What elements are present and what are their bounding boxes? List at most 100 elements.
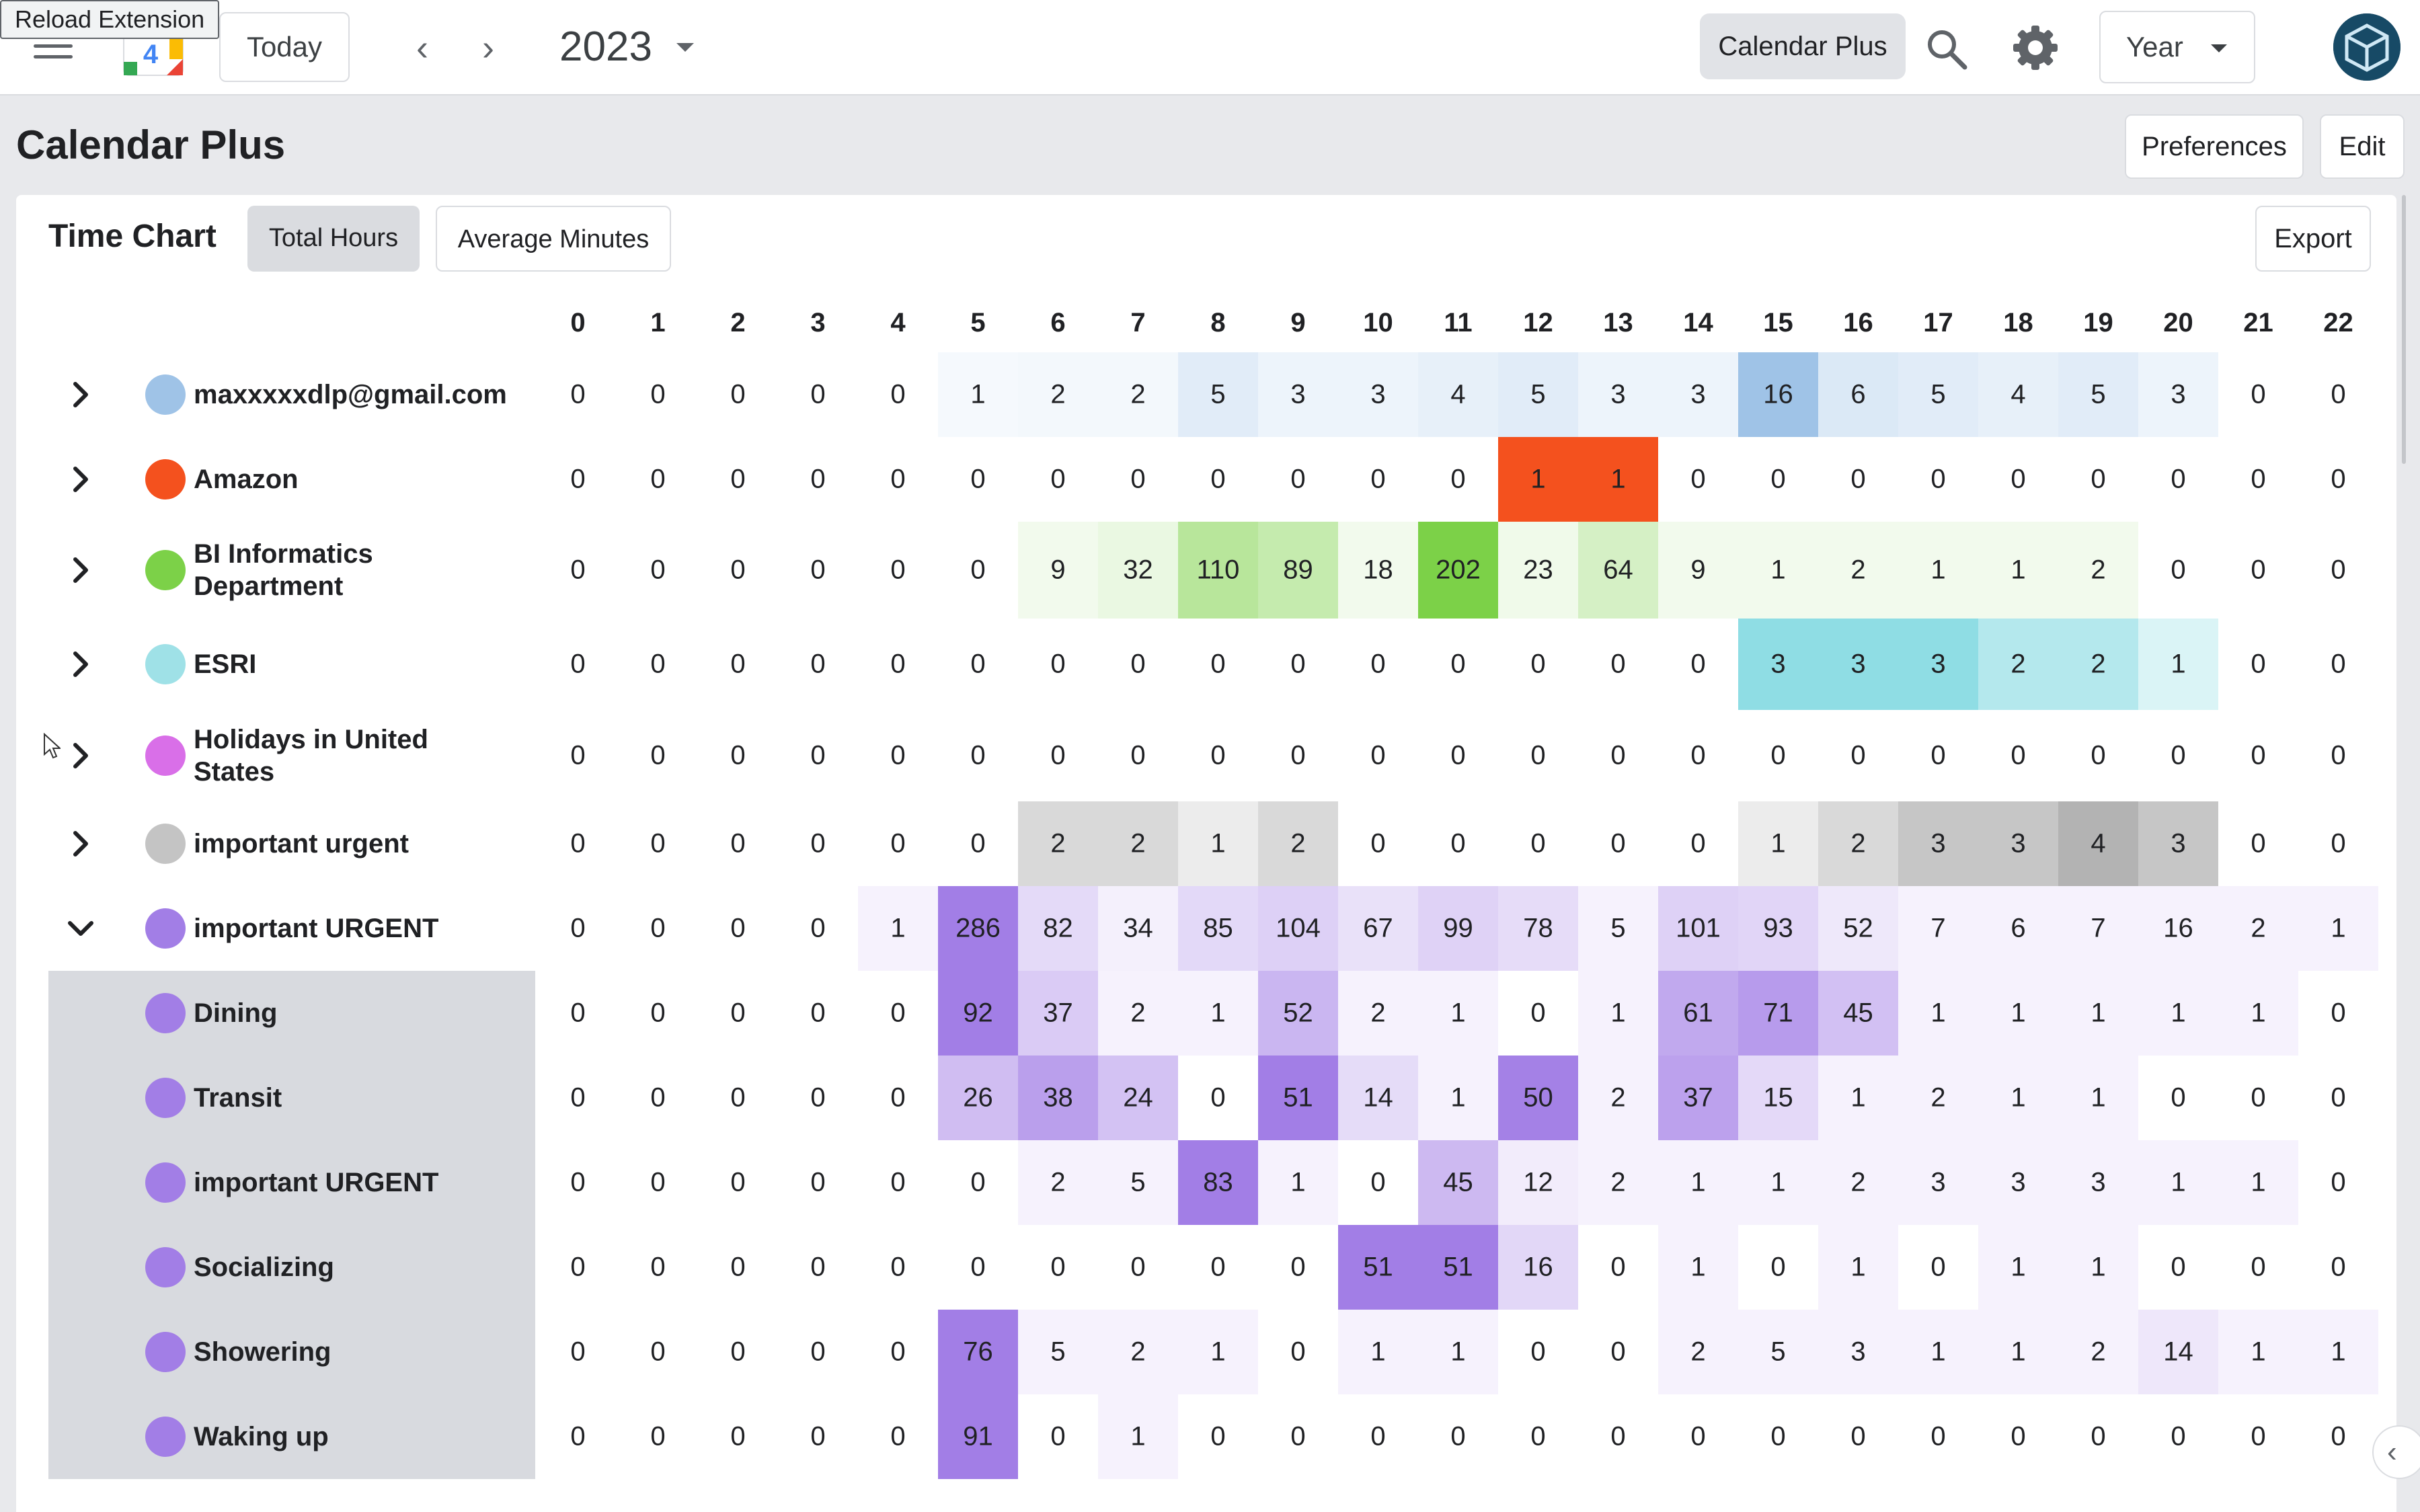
row-label[interactable]: Transit: [194, 1082, 530, 1114]
hour-cell-value: 0: [810, 998, 826, 1028]
hour-cell-value: 0: [1290, 1337, 1306, 1367]
hour-cell-value: 0: [650, 464, 666, 494]
row-label[interactable]: BI Informatics Department: [194, 538, 409, 602]
previous-period-icon[interactable]: ‹: [402, 24, 442, 71]
hour-cell-value: 0: [1290, 649, 1306, 679]
hour-cell-value: 0: [1050, 1421, 1066, 1451]
average-minutes-toggle[interactable]: Average Minutes: [436, 206, 671, 272]
hour-cell-value: 0: [730, 649, 746, 679]
row-label[interactable]: Amazon: [194, 463, 530, 495]
hour-cell-value: 0: [1450, 1421, 1466, 1451]
year-dropdown-caret-icon[interactable]: [676, 43, 694, 52]
hour-cell: 0: [778, 437, 858, 522]
row-label[interactable]: Showering: [194, 1336, 530, 1368]
hour-cell: 3: [1658, 352, 1738, 437]
expand-chevron-icon[interactable]: [66, 555, 95, 585]
hour-cell-value: 0: [570, 913, 586, 943]
hour-cell: 0: [1978, 1394, 2058, 1479]
preferences-button[interactable]: Preferences: [2125, 114, 2304, 179]
hour-cell: 0: [858, 1310, 938, 1394]
hour-cell-value: 0: [730, 740, 746, 770]
current-year-label[interactable]: 2023: [559, 20, 652, 74]
page-title: Calendar Plus: [16, 122, 286, 167]
hour-cell-value: 76: [963, 1337, 993, 1367]
row-label[interactable]: Dining: [194, 997, 530, 1029]
hour-cell-value: 0: [1450, 464, 1466, 494]
expand-chevron-icon[interactable]: [66, 465, 95, 494]
row-label[interactable]: important urgent: [194, 828, 530, 860]
expand-chevron-icon[interactable]: [66, 829, 95, 859]
hour-cell: 0: [938, 710, 1018, 801]
calendar-plus-button[interactable]: Calendar Plus: [1700, 13, 1906, 79]
hour-cell: 0: [618, 352, 698, 437]
next-period-icon[interactable]: ›: [468, 24, 508, 71]
hour-cell-value: 0: [570, 828, 586, 859]
row-label[interactable]: Waking up: [194, 1421, 530, 1453]
row-label[interactable]: Holidays in United States: [194, 723, 449, 788]
user-avatar-icon[interactable]: [2333, 13, 2401, 81]
reload-extension-button[interactable]: Reload Extension: [0, 0, 220, 39]
row-label[interactable]: important URGENT: [194, 1166, 530, 1199]
hour-cell: 1: [1178, 801, 1258, 886]
hour-cell: 0: [1338, 1140, 1418, 1225]
hour-header: 7: [1130, 308, 1146, 337]
hour-cell-value: 0: [570, 379, 586, 409]
expand-chevron-icon[interactable]: [66, 380, 95, 409]
hour-cell: 1: [2058, 971, 2138, 1056]
hour-cell: 1: [1258, 1140, 1338, 1225]
hour-cell: 0: [778, 1394, 858, 1479]
hour-cell: 0: [778, 801, 858, 886]
hour-cell-value: 26: [963, 1082, 993, 1113]
view-selector-dropdown[interactable]: Year: [2099, 11, 2255, 83]
hour-cell: 0: [698, 886, 778, 971]
hour-cell-value: 1: [1450, 1082, 1466, 1113]
hour-cell-value: 0: [1210, 649, 1226, 679]
hour-cell-value: 1: [1370, 1337, 1386, 1367]
hour-cell: 9: [1018, 522, 1098, 619]
expand-chevron-icon[interactable]: [66, 649, 95, 679]
row-label[interactable]: ESRI: [194, 648, 530, 680]
hour-cell-value: 0: [810, 555, 826, 585]
side-panel-toggle-icon[interactable]: ‹: [2372, 1425, 2420, 1479]
export-button[interactable]: Export: [2255, 206, 2371, 272]
hour-cell-value: 0: [2171, 740, 2186, 770]
hour-header: 1: [650, 308, 666, 337]
hour-cell-value: 23: [1523, 555, 1553, 585]
hour-cell-value: 0: [970, 464, 986, 494]
hour-cell: 61: [1658, 971, 1738, 1056]
calendar-color-dot: [145, 1247, 186, 1287]
collapse-chevron-icon[interactable]: [66, 914, 95, 943]
row-label[interactable]: Socializing: [194, 1251, 530, 1283]
hour-cell: 0: [938, 801, 1018, 886]
hour-cell-value: 0: [1050, 1252, 1066, 1282]
expand-chevron-icon[interactable]: [66, 741, 95, 770]
calendar-row: Holidays in United States 0 0 0 0 0 0 0 0 0 0 0 0 0 0 0…: [16, 710, 2396, 801]
hour-cell: 3: [1898, 1140, 1978, 1225]
hour-cell: 2: [2218, 886, 2298, 971]
hour-cell-value: 85: [1203, 913, 1233, 943]
edit-button[interactable]: Edit: [2320, 114, 2405, 179]
time-chart-title: Time Chart: [48, 218, 217, 254]
hour-cell: 0: [2138, 522, 2218, 619]
time-chart-card: Time Chart Total Hours Average Minutes E…: [16, 195, 2396, 1512]
calendar-row: important URGENT 0 0 0 0 1 286 82 34 85 104 67 99 78 5…: [16, 886, 2396, 971]
hour-cell: 0: [2298, 619, 2378, 710]
row-label[interactable]: maxxxxxdlp@gmail.com: [194, 379, 530, 411]
hour-cell-value: 2: [1130, 998, 1146, 1028]
total-hours-toggle[interactable]: Total Hours: [247, 206, 420, 272]
hour-cell-value: 14: [2163, 1337, 2193, 1367]
hour-cell: 0: [1578, 619, 1658, 710]
hour-cell: 4: [1978, 352, 2058, 437]
search-icon[interactable]: [1923, 26, 1970, 73]
page-scrollbar[interactable]: [2402, 195, 2406, 464]
hour-cell-value: 0: [810, 464, 826, 494]
hour-cell-value: 4: [2011, 379, 2026, 409]
hour-cell-value: 0: [570, 1252, 586, 1282]
today-button[interactable]: Today: [219, 12, 350, 82]
hour-cell-value: 1: [1210, 1337, 1226, 1367]
hour-cell: 0: [938, 437, 1018, 522]
row-label[interactable]: important URGENT: [194, 912, 530, 945]
settings-gear-icon[interactable]: [2011, 23, 2060, 73]
hour-cell-value: 0: [1370, 740, 1386, 770]
hour-cell-value: 0: [2331, 1082, 2346, 1113]
